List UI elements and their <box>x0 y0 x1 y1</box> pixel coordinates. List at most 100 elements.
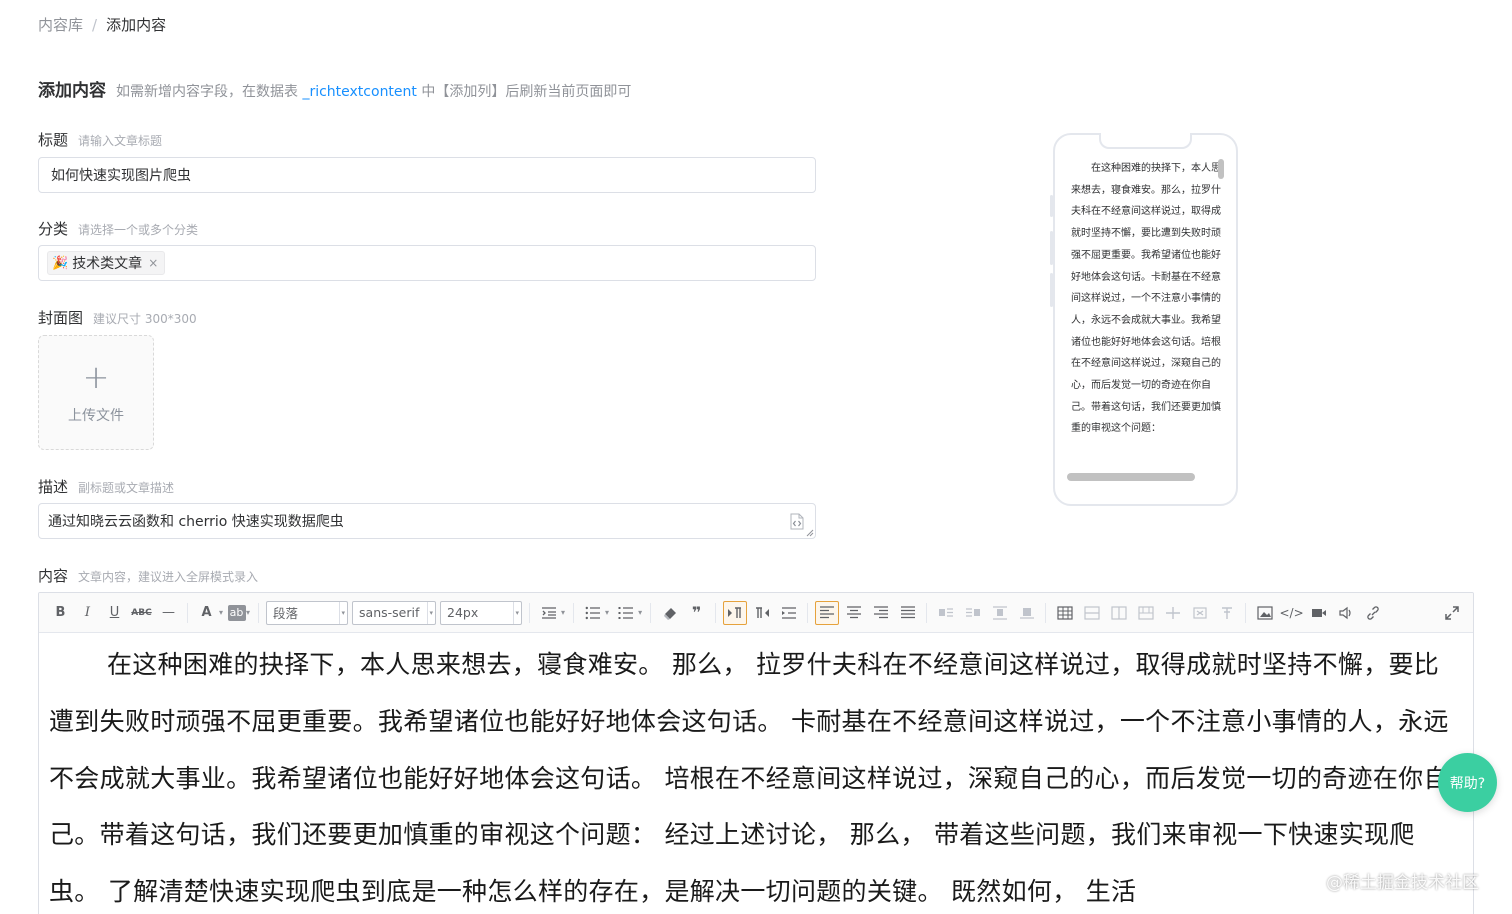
toolbar-separator <box>926 602 928 623</box>
breadcrumb-link-content-library[interactable]: 内容库 <box>38 14 83 35</box>
strikethrough-button[interactable]: ABC <box>130 601 154 625</box>
horizontal-rule-button[interactable]: — <box>157 601 181 625</box>
resize-grip-icon[interactable] <box>806 529 814 537</box>
header-tip: 如需新增内容字段，在数据表 _richtextcontent 中【添加列】后刷新… <box>116 81 631 101</box>
caret-down-icon[interactable]: ▾ <box>246 608 250 617</box>
blockquote-icon[interactable]: ❞ <box>685 601 709 625</box>
preview-content: 在这种困难的抉择下，本人思来想去，寝食难安。那么，拉罗什夫科在不经意间这样说过，… <box>1071 163 1221 435</box>
delete-row-icon[interactable] <box>1188 601 1212 625</box>
caret-down-icon[interactable]: ▾ <box>638 608 642 617</box>
clear-format-icon[interactable] <box>658 601 682 625</box>
bold-button[interactable]: B <box>49 601 73 625</box>
content-field-label: 内容 文章内容，建议进入全屏模式录入 <box>38 565 258 586</box>
insert-video-icon[interactable] <box>1307 601 1331 625</box>
rich-text-editor: B I U ABC — A ▾ ab ▾ 段落 ▾ sans-serif ▾ 24p… <box>38 592 1474 914</box>
preview-vertical-scrollbar[interactable] <box>1218 159 1224 179</box>
phone-side-button <box>1050 273 1053 307</box>
toolbar-separator <box>1045 602 1047 623</box>
breadcrumb: 内容库 / 添加内容 <box>38 14 166 35</box>
category-select[interactable]: 🎉 技术类文章 × <box>38 245 816 281</box>
title-input[interactable]: 如何快速实现图片爬虫 <box>38 157 816 193</box>
phone-side-button <box>1050 195 1053 217</box>
fullscreen-icon[interactable] <box>1440 601 1464 625</box>
toolbar-separator <box>715 602 717 623</box>
insert-column-icon[interactable] <box>1107 601 1131 625</box>
align-center-icon[interactable] <box>842 601 866 625</box>
line-height-icon[interactable] <box>537 601 561 625</box>
mobile-preview: 在这种困难的抉择下，本人思来想去，寝食难安。那么，拉罗什夫科在不经意间这样说过，… <box>1050 133 1238 506</box>
delete-column-icon[interactable] <box>1215 601 1239 625</box>
category-tag-label: 技术类文章 <box>72 256 143 272</box>
ordered-list-icon[interactable] <box>581 601 605 625</box>
category-hint: 请选择一个或多个分类 <box>78 223 199 237</box>
content-hint: 文章内容，建议进入全屏模式录入 <box>78 570 259 584</box>
page-header: 添加内容 如需新增内容字段，在数据表 _richtextcontent 中【添加… <box>38 76 631 101</box>
float-center-icon[interactable] <box>1015 601 1039 625</box>
cover-upload-button[interactable]: + 上传文件 <box>38 335 154 450</box>
font-family-select-value: sans-serif <box>359 605 420 620</box>
underline-button[interactable]: U <box>103 601 127 625</box>
merge-cells-icon[interactable] <box>1134 601 1158 625</box>
description-hint: 副标题或文章描述 <box>78 481 175 495</box>
preview-horizontal-scrollbar[interactable] <box>1067 473 1195 481</box>
align-left-icon[interactable] <box>814 600 839 625</box>
align-justify-icon[interactable] <box>896 601 920 625</box>
code-view-icon[interactable]: </> <box>1280 601 1304 625</box>
header-tip-prefix: 如需新增内容字段，在数据表 <box>116 84 298 100</box>
content-label: 内容 <box>38 567 69 585</box>
document-code-icon[interactable] <box>789 513 805 530</box>
title-hint: 请输入文章标题 <box>78 134 163 148</box>
caret-down-icon[interactable]: ▾ <box>605 608 609 617</box>
toolbar-separator <box>258 602 260 623</box>
insert-row-icon[interactable] <box>1080 601 1104 625</box>
page-title: 添加内容 <box>38 81 106 101</box>
title-label: 标题 <box>38 131 69 149</box>
description-field-label: 描述 副标题或文章描述 <box>38 476 174 497</box>
font-family-select[interactable]: sans-serif ▾ <box>352 600 437 625</box>
upload-text: 上传文件 <box>68 407 124 424</box>
unordered-list-icon[interactable] <box>614 601 638 625</box>
insert-link-icon[interactable] <box>1361 601 1385 625</box>
description-textarea[interactable]: 通过知晓云云函数和 cherrio 快速实现数据爬虫 <box>38 503 816 539</box>
caret-down-icon[interactable]: ▾ <box>219 608 223 617</box>
rtl-direction-icon[interactable] <box>750 601 774 625</box>
phone-side-button <box>1050 231 1053 265</box>
caret-down-icon: ▾ <box>338 601 345 624</box>
indent-icon[interactable] <box>777 601 801 625</box>
insert-image-icon[interactable] <box>1253 601 1277 625</box>
ltr-direction-icon[interactable] <box>722 600 747 625</box>
font-size-select[interactable]: 24px ▾ <box>440 600 523 625</box>
title-field-label: 标题 请输入文章标题 <box>38 129 162 150</box>
category-label: 分类 <box>38 220 69 238</box>
cover-hint: 建议尺寸 300*300 <box>93 312 197 326</box>
toolbar-separator <box>187 602 188 623</box>
toolbar-separator <box>650 602 652 623</box>
background-color-button[interactable]: ab <box>227 604 246 621</box>
align-right-icon[interactable] <box>869 601 893 625</box>
caret-down-icon[interactable]: ▾ <box>561 608 565 617</box>
cover-label: 封面图 <box>38 309 84 327</box>
insert-table-icon[interactable] <box>1053 601 1077 625</box>
party-popper-icon: 🎉 <box>52 255 69 271</box>
split-cells-icon[interactable] <box>1161 601 1185 625</box>
float-none-icon[interactable] <box>988 601 1012 625</box>
toolbar-separator <box>807 602 809 623</box>
float-left-icon[interactable] <box>934 601 958 625</box>
font-color-button[interactable]: A <box>195 601 219 625</box>
italic-button[interactable]: I <box>76 601 100 625</box>
paragraph-select[interactable]: 段落 ▾ <box>266 600 349 625</box>
caret-down-icon: ▾ <box>426 601 433 624</box>
help-button[interactable]: 帮助? <box>1438 753 1497 812</box>
toolbar-separator <box>573 602 575 623</box>
float-right-icon[interactable] <box>961 601 985 625</box>
preview-screen[interactable]: 在这种困难的抉择下，本人思来想去，寝食难安。那么，拉罗什夫科在不经意间这样说过，… <box>1063 155 1229 477</box>
insert-audio-icon[interactable] <box>1334 601 1358 625</box>
category-field-label: 分类 请选择一个或多个分类 <box>38 218 198 239</box>
tag-close-icon[interactable]: × <box>148 256 158 270</box>
paragraph-select-value: 段落 <box>273 606 299 621</box>
description-label: 描述 <box>38 478 69 496</box>
editor-paragraph: 在这种困难的抉择下，本人思来想去，寝食难安。 那么， 拉罗什夫科在不经意间这样说… <box>49 650 1449 907</box>
editor-content-area[interactable]: 在这种困难的抉择下，本人思来想去，寝食难安。 那么， 拉罗什夫科在不经意间这样说… <box>39 633 1473 914</box>
header-tip-suffix: 中【添加列】后刷新当前页面即可 <box>421 84 632 100</box>
header-tip-table-name: _richtextcontent <box>302 84 417 100</box>
